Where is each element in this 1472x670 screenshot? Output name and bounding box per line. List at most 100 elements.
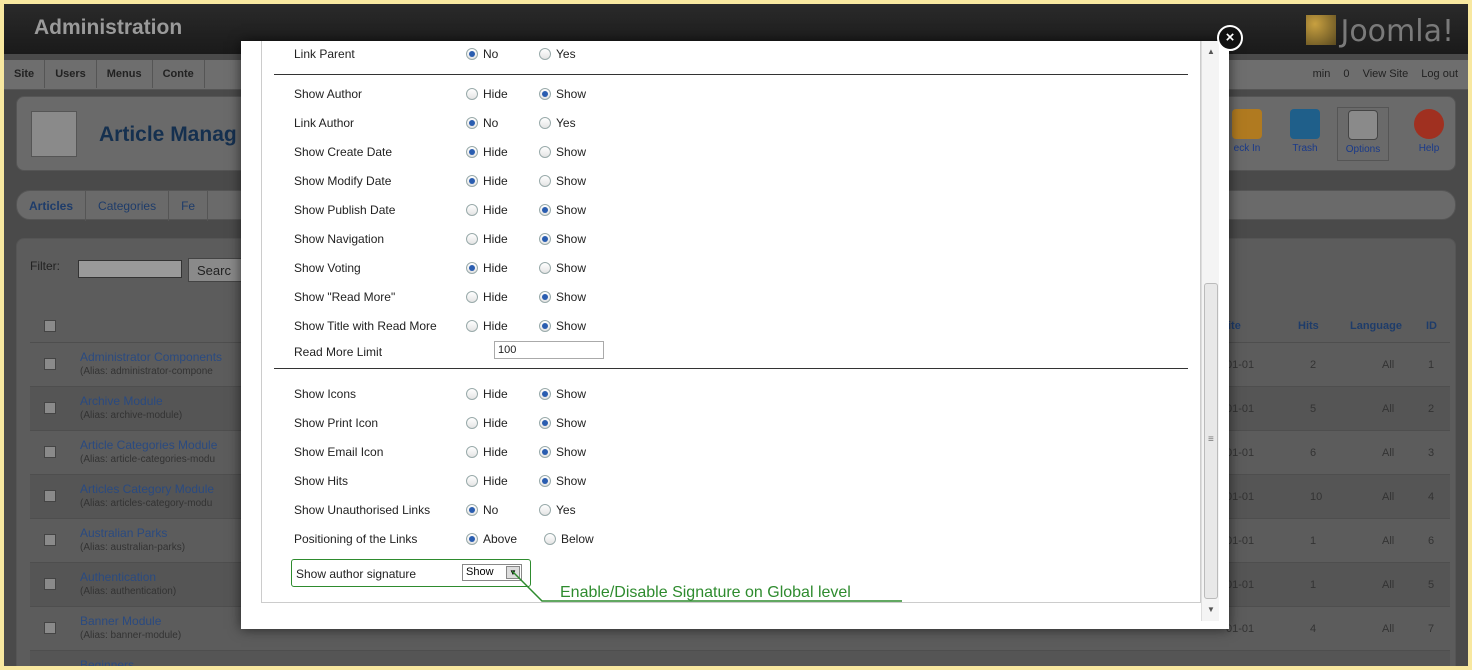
radio-button[interactable] xyxy=(466,117,478,129)
radio-option-2[interactable]: Show xyxy=(539,416,586,430)
logout-link[interactable]: Log out xyxy=(1421,68,1458,80)
row-checkbox[interactable] xyxy=(44,622,56,634)
radio-option-1[interactable]: Hide xyxy=(466,290,508,304)
close-icon[interactable]: × xyxy=(1217,25,1243,51)
article-title-link[interactable]: Article Categories Module xyxy=(80,438,217,452)
radio-button[interactable] xyxy=(466,417,478,429)
trash-button[interactable]: Trash xyxy=(1279,107,1331,161)
menu-users[interactable]: Users xyxy=(45,60,97,88)
header-id[interactable]: ID xyxy=(1426,320,1437,332)
radio-option-1[interactable]: Hide xyxy=(466,87,508,101)
radio-option-1[interactable]: Hide xyxy=(466,319,508,333)
radio-option-1[interactable]: Above xyxy=(466,532,517,546)
radio-option-1[interactable]: No xyxy=(466,503,498,517)
radio-option-2[interactable]: Show xyxy=(539,203,586,217)
modal-scrollbar[interactable]: ▲ ≡ ▼ xyxy=(1201,41,1219,621)
tab-featured[interactable]: Fe xyxy=(169,191,209,221)
row-checkbox[interactable] xyxy=(44,490,56,502)
scroll-up-icon[interactable]: ▲ xyxy=(1202,45,1220,59)
radio-button[interactable] xyxy=(539,262,551,274)
radio-option-1[interactable]: Hide xyxy=(466,416,508,430)
radio-button[interactable] xyxy=(466,233,478,245)
article-title-link[interactable]: Archive Module xyxy=(80,394,163,408)
radio-option-1[interactable]: Hide xyxy=(466,445,508,459)
header-language[interactable]: Language xyxy=(1350,320,1402,332)
radio-button[interactable] xyxy=(466,446,478,458)
article-title-link[interactable]: Authentication xyxy=(80,570,156,584)
row-checkbox[interactable] xyxy=(44,534,56,546)
radio-button[interactable] xyxy=(539,117,551,129)
search-button[interactable]: Searc xyxy=(188,258,248,282)
article-title-link[interactable]: Banner Module xyxy=(80,614,161,628)
radio-option-2[interactable]: Show xyxy=(539,174,586,188)
radio-button[interactable] xyxy=(539,204,551,216)
radio-button[interactable] xyxy=(544,533,556,545)
options-button[interactable]: Options xyxy=(1337,107,1389,161)
radio-button[interactable] xyxy=(466,320,478,332)
row-checkbox[interactable] xyxy=(44,578,56,590)
radio-button[interactable] xyxy=(466,475,478,487)
menu-content[interactable]: Conte xyxy=(153,60,205,88)
radio-option-1[interactable]: Hide xyxy=(466,203,508,217)
radio-option-2[interactable]: Show xyxy=(539,261,586,275)
radio-button[interactable] xyxy=(539,388,551,400)
messages-count[interactable]: 0 xyxy=(1343,68,1349,80)
radio-option-2[interactable]: Yes xyxy=(539,503,576,517)
radio-option-1[interactable]: Hide xyxy=(466,232,508,246)
radio-option-2[interactable]: Below xyxy=(544,532,594,546)
radio-button[interactable] xyxy=(466,262,478,274)
radio-option-2[interactable]: Yes xyxy=(539,116,576,130)
radio-button[interactable] xyxy=(466,388,478,400)
radio-option-2[interactable]: Yes xyxy=(539,47,576,61)
radio-option-2[interactable]: Show xyxy=(539,290,586,304)
tab-categories[interactable]: Categories xyxy=(86,191,170,221)
radio-option-1[interactable]: Hide xyxy=(466,174,508,188)
scroll-thumb[interactable]: ≡ xyxy=(1204,283,1218,599)
radio-option-2[interactable]: Show xyxy=(539,387,586,401)
radio-button[interactable] xyxy=(539,475,551,487)
header-date[interactable]: ite xyxy=(1228,320,1241,332)
radio-button[interactable] xyxy=(466,533,478,545)
filter-input[interactable] xyxy=(78,260,182,278)
menu-site[interactable]: Site xyxy=(4,60,46,88)
radio-button[interactable] xyxy=(466,204,478,216)
radio-button[interactable] xyxy=(539,417,551,429)
tab-articles[interactable]: Articles xyxy=(17,191,87,221)
radio-option-2[interactable]: Show xyxy=(539,232,586,246)
radio-button[interactable] xyxy=(539,233,551,245)
article-title-link[interactable]: Australian Parks xyxy=(80,526,167,540)
row-checkbox[interactable] xyxy=(44,402,56,414)
radio-button[interactable] xyxy=(539,146,551,158)
radio-option-1[interactable]: Hide xyxy=(466,474,508,488)
radio-button[interactable] xyxy=(539,88,551,100)
article-title-link[interactable]: Articles Category Module xyxy=(80,482,214,496)
check-all[interactable] xyxy=(44,320,56,332)
radio-option-1[interactable]: Hide xyxy=(466,387,508,401)
radio-button[interactable] xyxy=(466,48,478,60)
radio-button[interactable] xyxy=(466,146,478,158)
radio-option-2[interactable]: Show xyxy=(539,87,586,101)
radio-option-2[interactable]: Show xyxy=(539,474,586,488)
header-hits[interactable]: Hits xyxy=(1298,320,1319,332)
radio-button[interactable] xyxy=(539,48,551,60)
radio-button[interactable] xyxy=(539,504,551,516)
read-more-limit-input[interactable]: 100 xyxy=(494,341,604,359)
radio-button[interactable] xyxy=(539,320,551,332)
radio-button[interactable] xyxy=(466,504,478,516)
radio-button[interactable] xyxy=(539,291,551,303)
radio-button[interactable] xyxy=(539,175,551,187)
radio-button[interactable] xyxy=(466,291,478,303)
radio-button[interactable] xyxy=(539,446,551,458)
radio-option-2[interactable]: Show xyxy=(539,145,586,159)
radio-option-1[interactable]: No xyxy=(466,47,498,61)
radio-option-1[interactable]: Hide xyxy=(466,145,508,159)
radio-button[interactable] xyxy=(466,88,478,100)
table-row[interactable]: Beginners xyxy=(30,650,1450,666)
menu-menus[interactable]: Menus xyxy=(97,60,153,88)
scroll-down-icon[interactable]: ▼ xyxy=(1202,603,1220,617)
row-checkbox[interactable] xyxy=(44,446,56,458)
view-site-link[interactable]: View Site xyxy=(1363,68,1409,80)
radio-button[interactable] xyxy=(466,175,478,187)
row-checkbox[interactable] xyxy=(44,358,56,370)
article-title-link[interactable]: Beginners xyxy=(80,658,134,666)
